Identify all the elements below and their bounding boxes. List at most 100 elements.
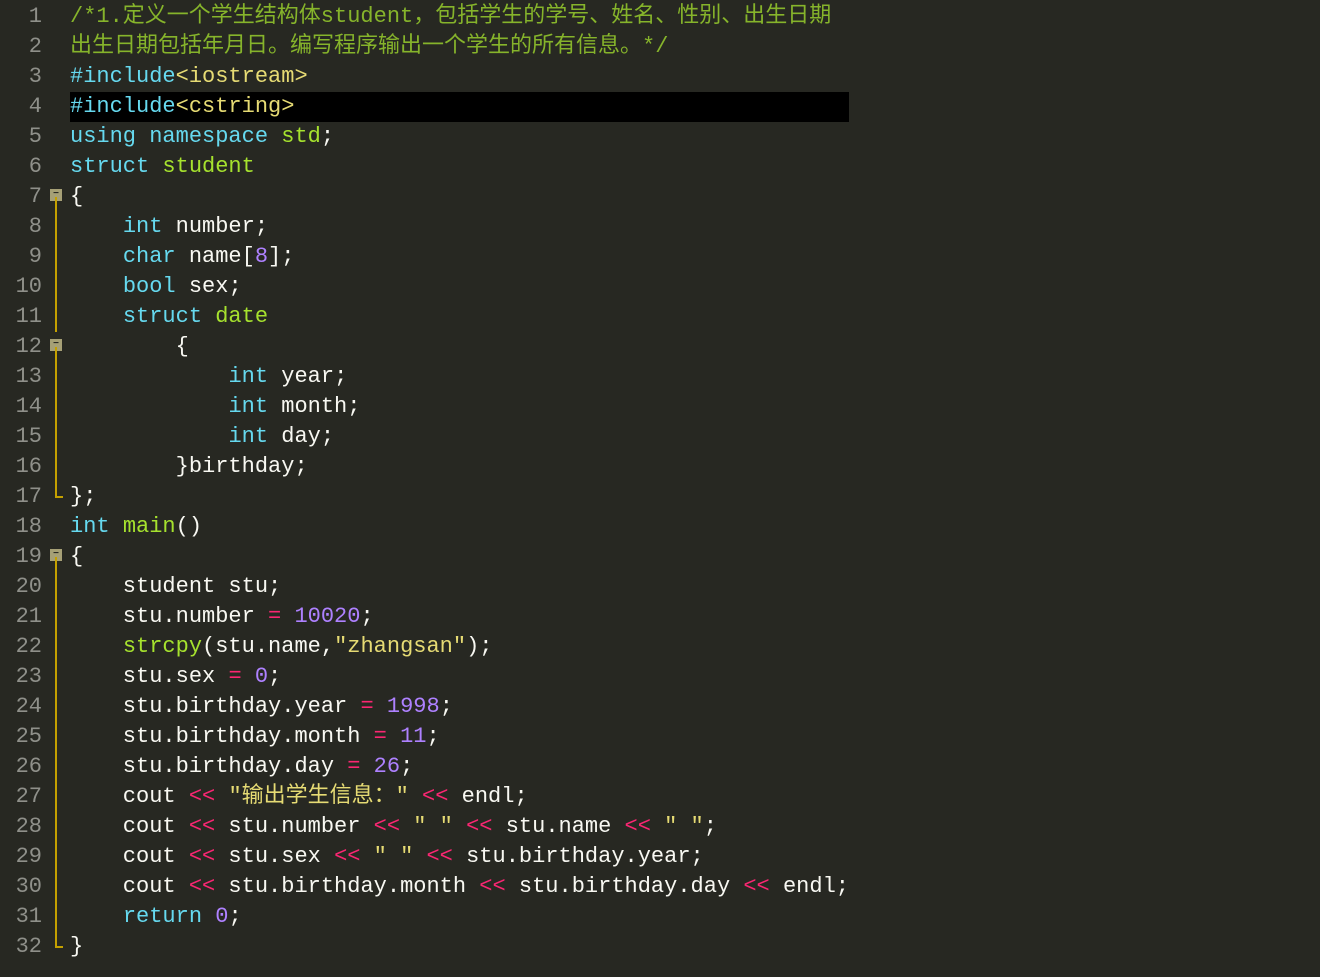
fold-cell bbox=[50, 302, 64, 332]
code-token: stu bbox=[70, 724, 162, 749]
code-token: student bbox=[162, 154, 254, 179]
line-number: 18 bbox=[4, 512, 42, 542]
code-line[interactable]: }birthday; bbox=[70, 452, 849, 482]
line-number: 4 bbox=[4, 92, 42, 122]
code-line[interactable]: int month; bbox=[70, 392, 849, 422]
line-number: 23 bbox=[4, 662, 42, 692]
code-token: /*1.定义一个学生结构体student，包括学生的学号、姓名、性别、出生日期 bbox=[70, 4, 831, 29]
code-token: date bbox=[215, 304, 268, 329]
code-line[interactable]: cout << stu.birthday.month << stu.birthd… bbox=[70, 872, 849, 902]
code-line[interactable]: stu.birthday.day = 26; bbox=[70, 752, 849, 782]
fold-column: −−− bbox=[50, 0, 64, 964]
fold-cell: − bbox=[50, 542, 64, 572]
fold-cell bbox=[50, 272, 64, 302]
code-line[interactable]: { bbox=[70, 332, 849, 362]
code-token: number bbox=[162, 214, 254, 239]
code-line[interactable]: 出生日期包括年月日。编写程序输出一个学生的所有信息。*/ bbox=[70, 32, 849, 62]
line-number: 1 bbox=[4, 2, 42, 32]
code-line[interactable]: student stu; bbox=[70, 572, 849, 602]
fold-cell bbox=[50, 812, 64, 842]
code-line[interactable]: stu.number = 10020; bbox=[70, 602, 849, 632]
code-line[interactable]: int day; bbox=[70, 422, 849, 452]
line-number: 15 bbox=[4, 422, 42, 452]
code-line[interactable]: #include<cstring> bbox=[70, 92, 849, 122]
code-token: birthday bbox=[189, 454, 295, 479]
code-line[interactable]: int main() bbox=[70, 512, 849, 542]
code-token: ; bbox=[268, 574, 281, 599]
line-number: 28 bbox=[4, 812, 42, 842]
code-token: ; bbox=[347, 394, 360, 419]
code-token: year bbox=[638, 844, 691, 869]
code-line[interactable]: stu.birthday.month = 11; bbox=[70, 722, 849, 752]
line-number: 25 bbox=[4, 722, 42, 752]
code-token: 11 bbox=[400, 724, 426, 749]
fold-cell bbox=[50, 62, 64, 92]
code-token: << bbox=[374, 814, 400, 839]
code-line[interactable]: cout << "输出学生信息：" << endl; bbox=[70, 782, 849, 812]
line-number: 19 bbox=[4, 542, 42, 572]
code-token: " " bbox=[664, 814, 704, 839]
code-token: ; bbox=[228, 904, 241, 929]
fold-cell bbox=[50, 362, 64, 392]
fold-cell bbox=[50, 602, 64, 632]
code-token: std bbox=[281, 124, 321, 149]
code-token: = bbox=[360, 694, 373, 719]
fold-cell bbox=[50, 92, 64, 122]
code-token: ; bbox=[294, 454, 307, 479]
code-token: birthday bbox=[281, 874, 387, 899]
code-line[interactable]: return 0; bbox=[70, 902, 849, 932]
code-line[interactable]: cout << stu.number << " " << stu.name <<… bbox=[70, 812, 849, 842]
code-line[interactable]: stu.birthday.year = 1998; bbox=[70, 692, 849, 722]
code-line[interactable]: struct date bbox=[70, 302, 849, 332]
code-token: << bbox=[189, 874, 215, 899]
code-token: struct bbox=[123, 304, 202, 329]
code-line[interactable]: }; bbox=[70, 482, 849, 512]
code-line[interactable]: /*1.定义一个学生结构体student，包括学生的学号、姓名、性别、出生日期 bbox=[70, 2, 849, 32]
code-line[interactable]: int year; bbox=[70, 362, 849, 392]
code-token: ; bbox=[334, 364, 347, 389]
code-token: << bbox=[189, 784, 215, 809]
code-token: . bbox=[281, 754, 294, 779]
code-token: birthday bbox=[176, 754, 282, 779]
code-line[interactable]: stu.sex = 0; bbox=[70, 662, 849, 692]
code-token: number bbox=[176, 604, 268, 629]
code-line[interactable]: using namespace std; bbox=[70, 122, 849, 152]
code-line[interactable]: cout << stu.sex << " " << stu.birthday.y… bbox=[70, 842, 849, 872]
code-token: birthday bbox=[572, 874, 678, 899]
fold-cell bbox=[50, 722, 64, 752]
line-number: 29 bbox=[4, 842, 42, 872]
line-number-gutter: 1234567891011121314151617181920212223242… bbox=[0, 0, 50, 964]
code-token bbox=[70, 214, 123, 239]
code-token bbox=[70, 394, 228, 419]
fold-cell bbox=[50, 482, 64, 512]
code-token: month bbox=[294, 724, 373, 749]
code-line[interactable]: bool sex; bbox=[70, 272, 849, 302]
code-token: stu bbox=[70, 754, 162, 779]
code-line[interactable]: } bbox=[70, 932, 849, 962]
code-area[interactable]: /*1.定义一个学生结构体student，包括学生的学号、姓名、性别、出生日期出… bbox=[64, 0, 849, 964]
code-line[interactable]: strcpy(stu.name,"zhangsan"); bbox=[70, 632, 849, 662]
code-token: { bbox=[176, 334, 189, 359]
code-line[interactable]: #include<iostream> bbox=[70, 62, 849, 92]
code-line[interactable]: struct student bbox=[70, 152, 849, 182]
code-token: bool bbox=[123, 274, 176, 299]
code-token: . bbox=[162, 754, 175, 779]
fold-cell bbox=[50, 452, 64, 482]
fold-cell bbox=[50, 122, 64, 152]
fold-cell bbox=[50, 152, 64, 182]
fold-cell: − bbox=[50, 332, 64, 362]
code-token: stu bbox=[215, 844, 268, 869]
code-line[interactable]: { bbox=[70, 542, 849, 572]
code-line[interactable]: { bbox=[70, 182, 849, 212]
code-editor[interactable]: 1234567891011121314151617181920212223242… bbox=[0, 0, 1320, 964]
code-token bbox=[70, 304, 123, 329]
code-token: << bbox=[466, 814, 492, 839]
code-line[interactable]: char name[8]; bbox=[70, 242, 849, 272]
code-token: stu bbox=[453, 844, 506, 869]
code-token bbox=[70, 454, 176, 479]
code-token: stu bbox=[215, 634, 255, 659]
code-token: " " bbox=[374, 844, 414, 869]
code-token: ; bbox=[691, 844, 704, 869]
code-line[interactable]: int number; bbox=[70, 212, 849, 242]
code-token: = bbox=[347, 754, 360, 779]
